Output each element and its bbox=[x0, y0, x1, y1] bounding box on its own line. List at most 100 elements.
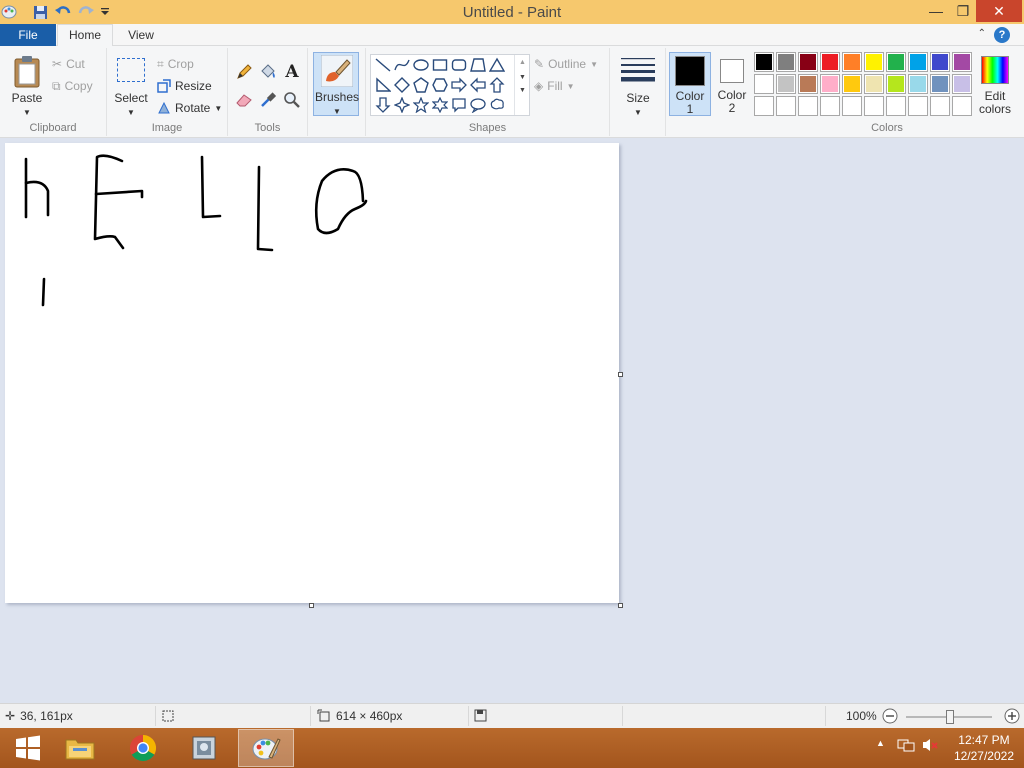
down-arrow-shape-icon[interactable] bbox=[373, 95, 393, 115]
scroll-up-icon[interactable]: ▲ bbox=[515, 59, 530, 66]
four-point-star-shape-icon[interactable] bbox=[392, 95, 412, 115]
fill-dropdown-icon[interactable]: ▼ bbox=[567, 82, 575, 91]
resize-handle-bottom[interactable] bbox=[309, 603, 314, 608]
color-swatch[interactable] bbox=[820, 74, 840, 94]
chrome-icon[interactable] bbox=[115, 729, 171, 767]
resize-button[interactable]: Resize bbox=[157, 77, 212, 95]
oval-shape-icon[interactable] bbox=[411, 55, 431, 75]
color-swatch[interactable] bbox=[776, 74, 796, 94]
color1-button[interactable]: Color 1 bbox=[669, 52, 711, 116]
select-dropdown-icon[interactable]: ▼ bbox=[113, 106, 149, 119]
select-button[interactable]: Select ▼ bbox=[113, 54, 149, 119]
file-explorer-icon[interactable] bbox=[52, 729, 108, 767]
crop-button[interactable]: ⌗ Crop bbox=[157, 55, 194, 73]
custom-color-slot[interactable] bbox=[864, 96, 884, 116]
speaker-muted-icon[interactable] bbox=[921, 737, 939, 756]
paste-button[interactable]: Paste ▼ bbox=[8, 52, 46, 119]
custom-color-slot[interactable] bbox=[820, 96, 840, 116]
color-swatch[interactable] bbox=[908, 74, 928, 94]
curve-shape-icon[interactable] bbox=[392, 55, 412, 75]
up-arrow-shape-icon[interactable] bbox=[487, 75, 507, 95]
zoom-slider-thumb[interactable] bbox=[946, 710, 954, 724]
five-point-star-shape-icon[interactable] bbox=[411, 95, 431, 115]
right-triangle-shape-icon[interactable] bbox=[373, 75, 393, 95]
color-swatch[interactable] bbox=[952, 52, 972, 72]
size-dropdown-icon[interactable]: ▼ bbox=[616, 106, 660, 119]
rotate-button[interactable]: Rotate ▼ bbox=[157, 99, 222, 117]
pencil-icon[interactable] bbox=[234, 62, 254, 82]
size-button[interactable]: Size ▼ bbox=[616, 52, 660, 119]
diamond-shape-icon[interactable] bbox=[392, 75, 412, 95]
rounded-rectangle-shape-icon[interactable] bbox=[449, 55, 469, 75]
brushes-dropdown-icon[interactable]: ▼ bbox=[314, 105, 360, 118]
custom-color-slot[interactable] bbox=[776, 96, 796, 116]
photo-viewer-icon[interactable] bbox=[176, 729, 232, 767]
restore-button[interactable]: ❐ bbox=[950, 0, 976, 22]
color-swatch[interactable] bbox=[886, 74, 906, 94]
color-swatch[interactable] bbox=[776, 52, 796, 72]
tray-expand-icon[interactable]: ▲ bbox=[876, 738, 885, 748]
custom-color-slot[interactable] bbox=[908, 96, 928, 116]
right-arrow-shape-icon[interactable] bbox=[449, 75, 469, 95]
brushes-button[interactable]: Brushes ▼ bbox=[313, 52, 359, 116]
network-icon[interactable] bbox=[897, 737, 915, 756]
pentagon-shape-icon[interactable] bbox=[411, 75, 431, 95]
drawing-canvas[interactable] bbox=[5, 143, 619, 603]
magnifier-icon[interactable] bbox=[282, 90, 302, 110]
tab-file[interactable]: File bbox=[0, 24, 56, 46]
oval-callout-shape-icon[interactable] bbox=[468, 95, 488, 115]
edit-colors-button[interactable]: Edit colors bbox=[976, 52, 1014, 116]
fill-button[interactable]: ◈ Fill ▼ bbox=[534, 77, 574, 95]
shapes-scrollbar[interactable]: ▲ ▼ ▼ bbox=[514, 55, 530, 115]
text-icon[interactable]: A bbox=[282, 62, 302, 82]
color-swatch[interactable] bbox=[886, 52, 906, 72]
outline-button[interactable]: ✎ Outline ▼ bbox=[534, 55, 598, 73]
left-arrow-shape-icon[interactable] bbox=[468, 75, 488, 95]
shapes-expand-icon[interactable]: ▼ bbox=[515, 87, 530, 94]
rotate-dropdown-icon[interactable]: ▼ bbox=[214, 104, 222, 113]
line-shape-icon[interactable] bbox=[373, 55, 393, 75]
cut-button[interactable]: ✂ Cut bbox=[52, 55, 85, 73]
color-swatch[interactable] bbox=[798, 74, 818, 94]
custom-color-slot[interactable] bbox=[886, 96, 906, 116]
color-swatch[interactable] bbox=[842, 52, 862, 72]
color-swatch[interactable] bbox=[930, 52, 950, 72]
tab-view[interactable]: View bbox=[118, 24, 164, 46]
copy-button[interactable]: ⧉ Copy bbox=[52, 77, 93, 95]
outline-dropdown-icon[interactable]: ▼ bbox=[590, 60, 598, 69]
color-swatch[interactable] bbox=[842, 74, 862, 94]
rounded-callout-shape-icon[interactable] bbox=[449, 95, 469, 115]
windows-start-icon[interactable] bbox=[0, 729, 56, 767]
eraser-icon[interactable] bbox=[234, 90, 254, 110]
minimize-button[interactable]: — bbox=[922, 0, 950, 22]
help-icon[interactable]: ? bbox=[994, 27, 1010, 43]
paint-icon[interactable] bbox=[238, 729, 294, 767]
zoom-in-button[interactable] bbox=[1004, 708, 1020, 724]
custom-color-slot[interactable] bbox=[842, 96, 862, 116]
close-button[interactable]: ✕ bbox=[976, 0, 1022, 22]
paste-dropdown-icon[interactable]: ▼ bbox=[8, 106, 46, 119]
color-swatch[interactable] bbox=[798, 52, 818, 72]
color-swatch[interactable] bbox=[864, 52, 884, 72]
cloud-callout-shape-icon[interactable] bbox=[487, 95, 507, 115]
collapse-ribbon-icon[interactable]: ⌃ bbox=[978, 28, 986, 39]
tab-home[interactable]: Home bbox=[57, 24, 113, 47]
zoom-out-button[interactable] bbox=[882, 708, 898, 724]
color-swatch[interactable] bbox=[908, 52, 928, 72]
resize-handle-corner[interactable] bbox=[618, 603, 623, 608]
fill-bucket-icon[interactable] bbox=[258, 62, 278, 82]
custom-color-slot[interactable] bbox=[952, 96, 972, 116]
six-point-star-shape-icon[interactable] bbox=[430, 95, 450, 115]
rectangle-shape-icon[interactable] bbox=[430, 55, 450, 75]
taskbar-clock[interactable]: 12:47 PM 12/27/2022 bbox=[954, 732, 1014, 764]
color-swatch[interactable] bbox=[754, 74, 774, 94]
color-picker-icon[interactable] bbox=[258, 90, 278, 110]
resize-handle-right[interactable] bbox=[618, 372, 623, 377]
color-swatch[interactable] bbox=[820, 52, 840, 72]
scroll-down-icon[interactable]: ▼ bbox=[515, 74, 530, 81]
triangle-shape-icon[interactable] bbox=[487, 55, 507, 75]
color-swatch[interactable] bbox=[930, 74, 950, 94]
custom-color-slot[interactable] bbox=[798, 96, 818, 116]
color-swatch[interactable] bbox=[864, 74, 884, 94]
polygon-shape-icon[interactable] bbox=[468, 55, 488, 75]
